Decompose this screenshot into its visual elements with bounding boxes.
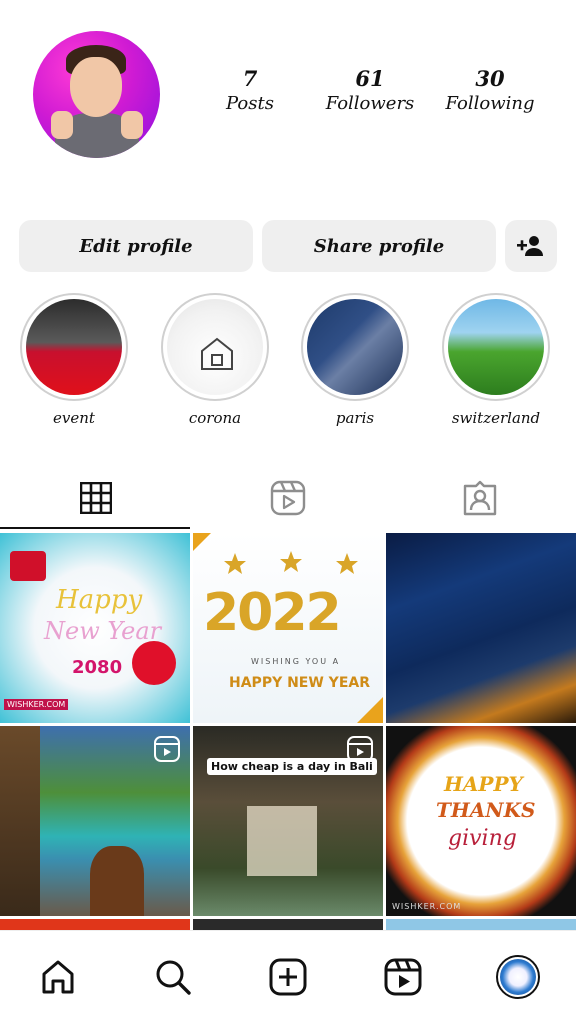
house-icon [201,337,233,370]
grid-icon [80,482,112,514]
profile-avatar[interactable] [33,31,160,158]
highlight-paris[interactable]: paris [300,293,410,427]
tab-posts-grid[interactable] [0,468,192,528]
post-thumbnail[interactable]: Happy New Year 2080 WISHKER.COM [0,533,190,723]
reel-badge-icon [154,736,180,762]
reel-badge-icon [347,736,373,762]
post-thumbnail[interactable] [0,726,190,916]
tab-tagged[interactable] [384,468,576,528]
highlight-label: event [53,409,95,427]
nav-profile[interactable] [496,955,540,999]
add-person-icon [517,236,543,256]
edit-profile-button[interactable]: Edit profile [19,220,253,272]
post-text: 2080 [72,657,123,678]
person-silhouette [90,846,144,916]
bottom-nav [0,930,576,1024]
highlight-event[interactable]: event [19,293,129,427]
highlight-ring [161,293,269,401]
create-icon [269,958,307,996]
highlight-corona[interactable]: corona [160,293,270,427]
post-text: HAPPY [444,772,523,796]
nav-create[interactable] [266,955,310,999]
highlight-cover [448,299,544,395]
discover-people-button[interactable] [505,220,557,272]
avatar-thumb-left [51,111,73,139]
post-thumbnail[interactable]: How cheap is a day in Bali [193,726,383,916]
avatar-image [500,959,536,995]
followers-count: 61 [355,66,385,91]
stars-decoration [224,551,358,574]
highlight-cover [167,299,263,395]
doorway [247,806,317,876]
post-thumbnail[interactable] [386,533,576,723]
tab-reels[interactable] [192,468,384,528]
post-text: New Year [44,617,162,645]
posts-label: Posts [226,93,274,114]
search-icon [156,960,191,995]
profile-avatar [496,955,540,999]
post-thumbnail[interactable]: HAPPY THANKS giving WISHKER.COM [386,726,576,916]
tagged-icon [463,480,497,516]
nav-search[interactable] [151,955,195,999]
post-text: WISHKER.COM [4,699,69,710]
reels-icon [384,958,422,996]
post-text: giving [448,826,517,851]
gift-box [10,551,46,581]
corner-decoration [193,533,211,551]
highlight-cover [26,299,122,395]
nav-reels[interactable] [381,955,425,999]
post-text: HAPPY NEW YEAR [229,675,370,691]
profile-stats: 7 Posts 61 Followers 30 Following [190,66,550,114]
nav-home[interactable] [36,955,80,999]
post-text: WISHING YOU A [251,657,341,666]
avatar-thumb-right [121,111,143,139]
highlight-switzerland[interactable]: switzerland [441,293,551,427]
home-icon [42,960,74,994]
following-count: 30 [475,66,505,91]
posts-count: 7 [242,66,258,91]
highlight-cover [307,299,403,395]
highlight-ring [301,293,409,401]
post-text: THANKS [436,798,536,822]
highlight-label: paris [335,409,375,427]
avatar-face [70,57,122,117]
followers-stat[interactable]: 61 Followers [310,66,430,114]
post-thumbnail[interactable]: 2022 WISHING YOU A HAPPY NEW YEAR [193,533,383,723]
followers-label: Followers [325,93,415,114]
reels-icon [270,480,306,516]
highlight-ring [442,293,550,401]
following-stat[interactable]: 30 Following [430,66,550,114]
corner-decoration [357,697,383,723]
highlight-label: switzerland [451,409,541,427]
post-text: 2022 [203,583,342,643]
share-profile-button[interactable]: Share profile [262,220,496,272]
active-tab-indicator [0,527,190,529]
highlight-label: corona [188,409,242,427]
post-text: WISHKER.COM [392,902,462,911]
posts-stat[interactable]: 7 Posts [190,66,310,114]
cave-wall [0,726,40,916]
balloon [132,641,176,685]
highlight-ring [20,293,128,401]
post-text: Happy [56,585,143,615]
following-label: Following [445,93,535,114]
